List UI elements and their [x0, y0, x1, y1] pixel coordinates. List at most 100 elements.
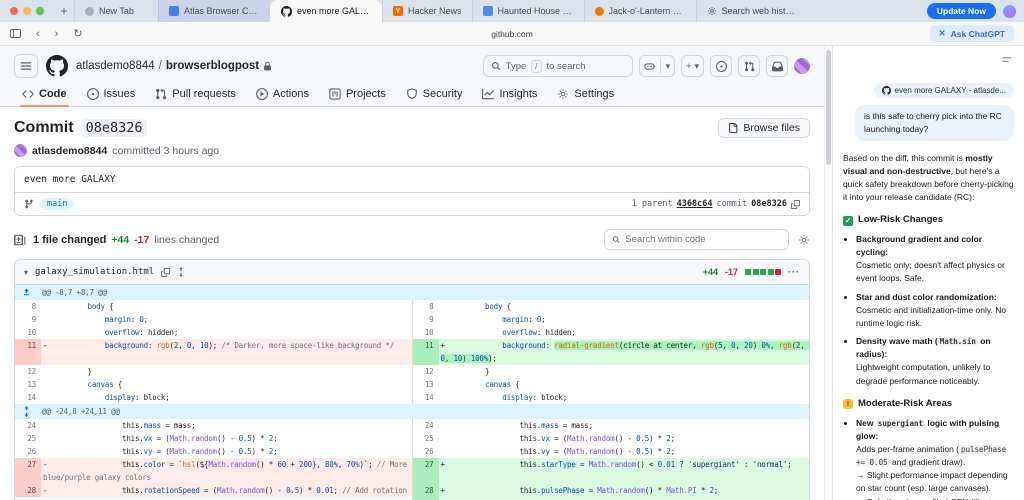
reload-button[interactable]: ↻ [73, 27, 82, 40]
security-icon [406, 88, 418, 100]
diff-code-line[interactable]: display: block; [41, 391, 412, 404]
browser-tab-search-web-history[interactable]: Search web history [696, 0, 808, 22]
pull-requests-global-button[interactable] [738, 55, 760, 77]
repo-tab-label: Insights [499, 88, 537, 100]
copilot-caret[interactable]: ▾ [666, 61, 671, 72]
repo-tab-pull-requests[interactable]: Pull requests [147, 82, 244, 106]
window-controls [0, 0, 54, 22]
repo-tab-issues[interactable]: Issues [79, 82, 144, 106]
scrollbar-thumb[interactable] [826, 50, 831, 165]
file-name[interactable]: galaxy_simulation.html [35, 267, 154, 277]
browser-tab-new-tab[interactable]: New Tab [74, 0, 158, 22]
browser-profile-avatar[interactable] [1003, 5, 1016, 18]
minimize-window-button[interactable] [23, 7, 31, 15]
context-chip-label: even more GALAXY - atlasde... [895, 86, 1006, 95]
issues-icon [87, 88, 99, 100]
diff-code-line[interactable]: this.vx = (Math.random() - 0.5) * 2; [439, 432, 810, 445]
diff-code-line[interactable]: display: block; [439, 391, 810, 404]
diff-code-line[interactable]: margin: 0; [41, 313, 412, 326]
browser-tab-atlas-browser-core-e[interactable]: Atlas Browser Core E [158, 0, 270, 22]
sidebar-toggle-icon[interactable] [10, 29, 21, 38]
context-chip[interactable]: even more GALAXY - atlasde... [874, 83, 1014, 98]
close-icon[interactable]: ✕ [939, 28, 946, 39]
inbox-button[interactable] [766, 55, 788, 77]
diff-code-line[interactable]: this.vy = (Math.random() - 0.5) * 2; [439, 445, 810, 458]
back-button[interactable]: ‹ [36, 28, 40, 40]
diff-line-number: 12 [15, 365, 41, 378]
avatar[interactable] [14, 144, 27, 157]
diff-code-line[interactable]: body { [41, 300, 412, 313]
browse-files-button[interactable]: Browse files [718, 118, 810, 138]
diff-code-line[interactable]: overflow: hidden; [41, 326, 412, 339]
diff-code-line[interactable]: + background: radial-gradient(circle at … [439, 339, 810, 365]
tab-label: Atlas Browser Core E [184, 6, 260, 16]
file-options-kebab[interactable]: ··· [788, 267, 800, 277]
diff-code-line[interactable]: this.mass = mass; [41, 419, 412, 432]
copy-path-icon[interactable] [161, 268, 170, 277]
sidebar-collapse-icon[interactable] [1001, 54, 1013, 66]
diff-code-line[interactable]: - background: rgb(2, 0, 10); /* Darker, … [41, 339, 412, 365]
repo-tab-settings[interactable]: Settings [549, 82, 622, 106]
diff-code-line[interactable]: - this.rotationSpeed = (Math.random() - … [41, 484, 412, 497]
search-within-code-input[interactable] [625, 234, 781, 245]
diff-code-line[interactable]: body { [439, 300, 810, 313]
breadcrumb-owner[interactable]: atlasdemo8844 [76, 60, 155, 72]
repo-tab-code[interactable]: Code [14, 82, 75, 106]
diff-code-line[interactable]: overflow: hidden; [439, 326, 810, 339]
copilot-button[interactable]: ▾ [639, 55, 676, 77]
parent-sha-link[interactable]: 4368c64 [677, 199, 713, 209]
search-within-code-box[interactable] [604, 229, 789, 250]
parent-label: 1 parent [632, 199, 673, 209]
repo-tab-actions[interactable]: Actions [248, 82, 317, 106]
diff-line-number: 8 [15, 300, 41, 313]
diff-code-line[interactable]: + this.pulsePhase = Math.random() * Math… [439, 484, 810, 497]
repo-tab-insights[interactable]: Insights [474, 82, 545, 106]
breadcrumb-separator: / [159, 60, 162, 72]
browser-tab-even-more-galaxy[interactable]: even more GALAXY [270, 0, 382, 22]
diff-code-line[interactable]: margin: 0; [439, 313, 810, 326]
diff-code-line[interactable]: + this.starType = Math.random() < 0.01 ?… [439, 458, 810, 484]
diff-code-line[interactable]: this.vx = (Math.random() - 0.5) * 2; [41, 432, 412, 445]
repo-tab-label: Projects [346, 88, 386, 100]
diff-code-line[interactable]: canvas { [439, 378, 810, 391]
forward-button[interactable]: › [55, 28, 59, 40]
diff-code-line[interactable]: this.mass = mass; [439, 419, 810, 432]
close-window-button[interactable] [10, 7, 18, 15]
diff-code-line[interactable]: } [41, 365, 412, 378]
browser-tab-haunted-house-plan[interactable]: Haunted House Plan [472, 0, 584, 22]
github-logo[interactable] [46, 55, 68, 77]
expand-hunk-button[interactable] [18, 406, 35, 417]
breadcrumb-repo[interactable]: browserblogpost [166, 60, 259, 72]
collapse-file-chevron[interactable]: ▾ [24, 268, 28, 277]
browser-tab-jack-o-lantern-stu[interactable]: Jack-o'-Lantern Stu [584, 0, 696, 22]
warn-icon: ! [843, 399, 853, 409]
expand-all-icon[interactable] [177, 267, 185, 277]
address-bar[interactable]: github.com [0, 29, 1024, 39]
diff-code-line[interactable]: this.vy = (Math.random() - 0.5) * 2; [41, 445, 412, 458]
diff-settings-gear-icon[interactable] [798, 234, 810, 246]
hamburger-menu-button[interactable] [14, 54, 38, 78]
create-new-button[interactable]: + ▾ [681, 55, 704, 77]
issues-global-button[interactable] [710, 55, 732, 77]
repo-tab-security[interactable]: Security [398, 82, 471, 106]
diff-code-line[interactable]: canvas { [41, 378, 412, 391]
diff-code-line[interactable]: - this.color = `hsl(${Math.random() * 60… [41, 458, 412, 484]
commit-author[interactable]: atlasdemo8844 [32, 145, 107, 157]
assistant-section-heading: ✓Low-Risk Changes [843, 213, 1014, 228]
diff-code-line[interactable]: } [439, 365, 810, 378]
copy-icon[interactable] [791, 200, 800, 209]
expand-hunk-button[interactable] [18, 288, 35, 297]
browser-tab-hacker-news[interactable]: YHacker News [382, 0, 472, 22]
file-deletions: -17 [725, 267, 738, 277]
files-changed-label[interactable]: 1 file changed [33, 234, 106, 246]
new-tab-button[interactable]: + [54, 0, 74, 22]
update-now-button[interactable]: Update Now [927, 3, 996, 19]
github-user-avatar[interactable] [794, 58, 810, 74]
branch-name-chip[interactable]: main [40, 198, 74, 210]
diff-line-number: 11 [15, 339, 41, 365]
github-search-box[interactable]: Type / to search [483, 55, 633, 77]
ask-chatgpt-button[interactable]: ✕ Ask ChatGPT [930, 25, 1014, 42]
zoom-window-button[interactable] [36, 7, 44, 15]
github-scrollbar[interactable] [824, 46, 832, 500]
repo-tab-projects[interactable]: Projects [321, 82, 394, 106]
